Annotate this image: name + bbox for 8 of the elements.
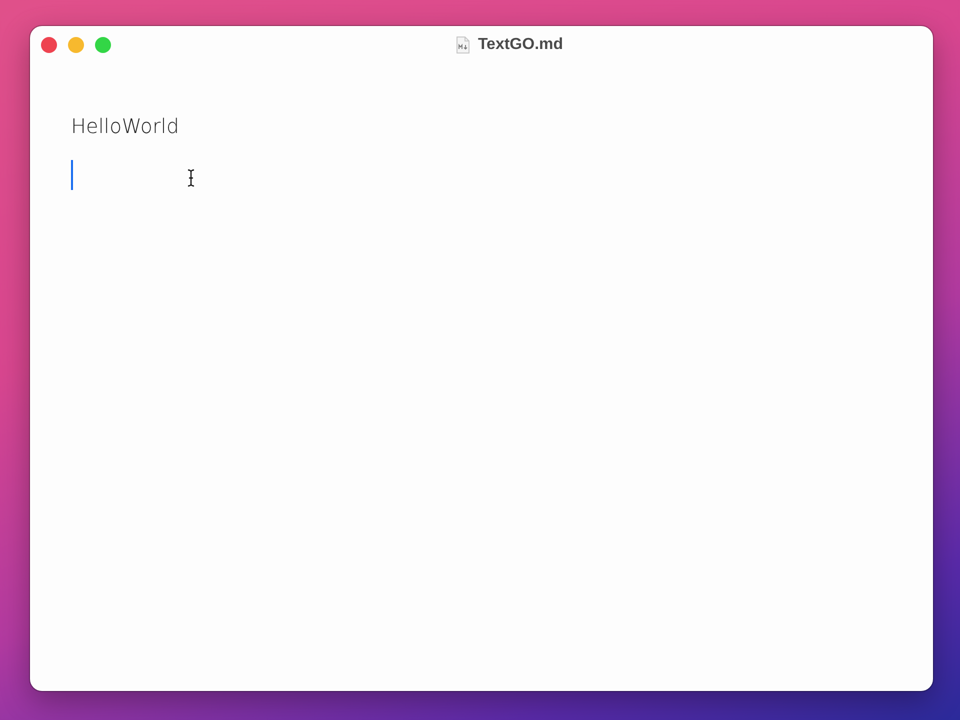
window-title: TextGO.md (478, 36, 564, 54)
close-button[interactable] (41, 37, 57, 53)
text-cursor-icon (186, 169, 196, 187)
text-caret (71, 160, 73, 190)
minimize-button[interactable] (68, 37, 84, 53)
text-paragraph: HelloWorld (71, 114, 180, 138)
markdown-file-icon (456, 36, 470, 54)
zoom-button[interactable] (95, 37, 111, 53)
